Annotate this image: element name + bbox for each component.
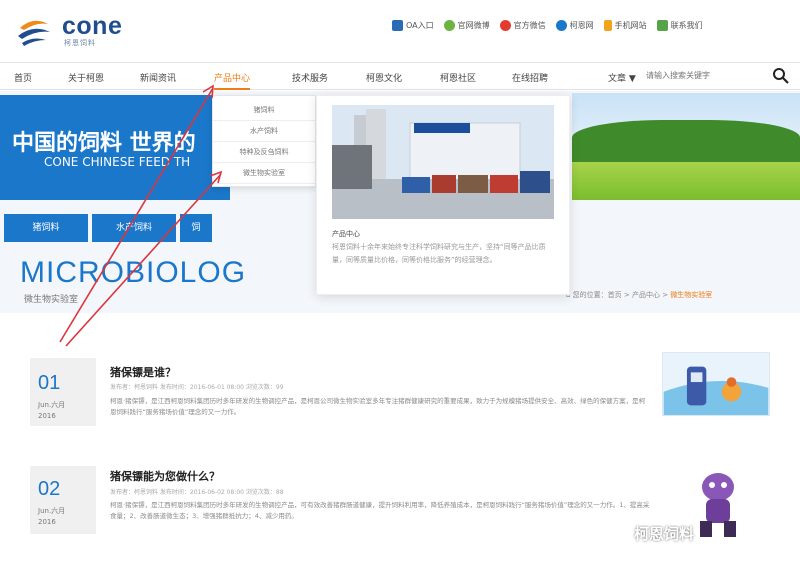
cone-logo-icon[interactable] [14, 14, 52, 48]
globe-icon [555, 20, 567, 31]
article-title[interactable]: 猪保镖能为您做什么？ [110, 468, 220, 484]
breadcrumb: ⌂ 您的位置：首页 > 产品中心 > 微生物实验室 [566, 290, 712, 300]
wechat-watermark-icon [612, 524, 632, 540]
section-title: MICROBIOLOG [20, 256, 247, 289]
article-title[interactable]: 猪保镖是谁？ [110, 364, 176, 380]
mobile-site-link[interactable]: 手机网站 [603, 20, 647, 31]
aqua-feed-button[interactable]: 水产饲料 [92, 214, 176, 242]
article-meta: 发布者：柯恩饲料 发布时间：2016-06-02 08:00 浏览次数：88 [110, 489, 284, 496]
language-select[interactable]: 文章 ▼ [608, 71, 636, 84]
breadcrumb-current: 微生物实验室 [670, 291, 713, 299]
phone-icon [603, 20, 612, 31]
weibo-icon [443, 20, 455, 31]
nav-community[interactable]: 柯恩社区 [440, 71, 476, 84]
search-input[interactable] [642, 66, 762, 84]
breadcrumb-path[interactable]: 您的位置：首页 > 产品中心 > [573, 291, 668, 299]
article-month: Jun.六月 [38, 507, 66, 515]
nav-home[interactable]: 首页 [14, 71, 32, 84]
oa-icon [392, 20, 403, 31]
article-year: 2016 [38, 518, 56, 526]
contact-link[interactable]: 联系我们 [656, 20, 703, 31]
popup-description: 柯恩饲料十余年来始终专注科学饲料研究与生产，坚持“同等产品比质量，同等质量比价格… [332, 243, 546, 264]
contact-icon [656, 20, 668, 31]
watermark-text: 柯恩饲料 [634, 525, 695, 543]
logo-subtitle: 柯恩饲料 [64, 39, 96, 47]
section-subtitle: 微生物实验室 [24, 295, 79, 305]
dropdown-item-microbiology-lab[interactable]: 微生物实验室 [213, 163, 315, 184]
nav-news[interactable]: 新闻资讯 [140, 71, 176, 84]
wechat-link[interactable]: 官方微信 [499, 20, 546, 31]
special-feed-button[interactable]: 饲 [180, 214, 212, 242]
top-links: OA入口 官网微博 官方微信 柯恩网 手机网站 联系我们 [392, 20, 703, 31]
dropdown-item-aqua-feed[interactable]: 水产饲料 [213, 121, 315, 142]
dropdown-item-special-feed[interactable]: 特种及反刍饲料 [213, 142, 315, 163]
pig-feed-button[interactable]: 猪饲料 [4, 214, 88, 242]
article-date-box: 01 Jun.六月 2016 [30, 358, 96, 426]
article-thumbnail[interactable] [662, 352, 770, 416]
nav-about[interactable]: 关于柯恩 [68, 71, 104, 84]
banner-headline-en: CONE CHINESE FEED TH [44, 155, 191, 169]
banner-field [572, 162, 800, 200]
banner-trees [572, 120, 800, 164]
article-day: 01 [38, 372, 61, 394]
nav-culture[interactable]: 柯恩文化 [366, 71, 402, 84]
article-meta: 发布者：柯恩饲料 发布时间：2016-06-01 08:00 浏览次数：99 [110, 384, 284, 391]
wechat-icon [499, 20, 511, 31]
nav-tech-service[interactable]: 技术服务 [292, 71, 328, 84]
weibo-link[interactable]: 官网微博 [443, 20, 490, 31]
nav-products[interactable]: 产品中心 [214, 71, 251, 90]
article-day: 02 [38, 478, 61, 500]
logo-text[interactable]: cone [62, 12, 122, 41]
popup-caption: 产品中心 [332, 230, 360, 238]
factory-photo[interactable] [332, 105, 554, 219]
article-body: 柯恩·猪保镖，是江西柯恩饲料集团历时多年研发的生物调控产品，是柯恩公司微生物实验… [110, 397, 646, 416]
article-date-box: 02 Jun.六月 2016 [30, 466, 96, 534]
article-month: Jun.六月 [38, 401, 66, 409]
oa-link[interactable]: OA入口 [392, 20, 434, 31]
dropdown-item-pig-feed[interactable]: 猪饲料 [213, 100, 315, 121]
search-icon[interactable] [772, 67, 790, 85]
nav-recruitment[interactable]: 在线招聘 [512, 71, 548, 84]
article-body: 柯恩·猪保镖，是江西柯恩饲料集团历时多年研发的生物调控产品，可有效改善猪群肠道健… [110, 501, 650, 520]
banner-headline: 中国的饲料 世界的 [12, 131, 196, 156]
cone-net-link[interactable]: 柯恩网 [555, 20, 594, 31]
article-year: 2016 [38, 412, 56, 420]
products-dropdown: 猪饲料 水产饲料 特种及反刍饲料 微生物实验室 [212, 95, 316, 187]
